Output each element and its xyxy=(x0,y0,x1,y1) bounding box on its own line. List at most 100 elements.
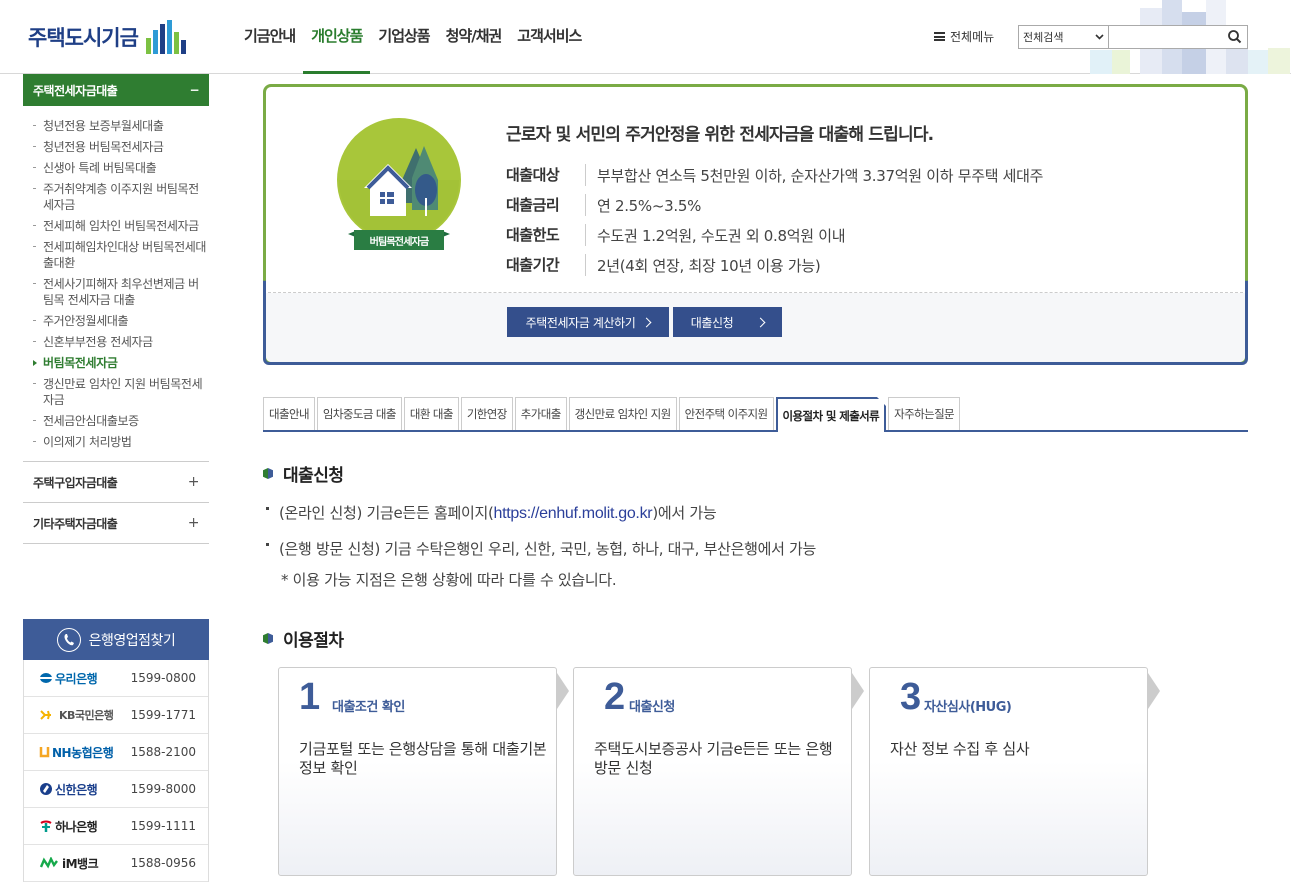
bank-row-hana[interactable]: 하나은행 1599-1111 xyxy=(24,808,208,845)
gnb-customer-service[interactable]: 고객서비스 xyxy=(509,0,589,74)
gnb-personal-products[interactable]: 개인상품 xyxy=(303,0,371,74)
gnb-fund-info[interactable]: 기금안내 xyxy=(236,0,303,74)
tab-additional-loan[interactable]: 추가대출 xyxy=(514,397,567,430)
sidebar-item[interactable]: 갱신만료 임차인 지원 버팀목전세자금 xyxy=(23,374,209,411)
gnb-subscription-bonds[interactable]: 청약/채권 xyxy=(438,0,510,74)
hana-logo-icon xyxy=(40,820,52,832)
sidebar-item[interactable]: 전세피해 임차인 버팀목전세자금 xyxy=(23,216,209,237)
product-title: 근로자 및 서민의 주거안정을 위한 전세자금을 대출해 드립니다. xyxy=(506,125,934,145)
bank-name: 우리은행 xyxy=(39,670,98,687)
info-row: 대출대상 부부합산 연소득 5천만원 이하, 순자산가액 3.37억원 이하 무… xyxy=(506,160,1043,190)
bank-branch-finder: 은행영업점찾기 우리은행 1599-0800 KB국민은행 1599-1771 xyxy=(23,619,209,882)
nh-logo-icon xyxy=(39,747,50,758)
bank-row-im[interactable]: iM뱅크 1588-0956 xyxy=(24,845,208,882)
bank-row-kb[interactable]: KB국민은행 1599-1771 xyxy=(24,697,208,734)
sidebar-section-label: 주택구입자금대출 xyxy=(33,475,118,490)
sidebar-item[interactable]: 신혼부부전용 전세자금 xyxy=(23,332,209,353)
tab-renewal-support[interactable]: 갱신만료 임차인 지원 xyxy=(568,397,677,430)
bank-name: iM뱅크 xyxy=(39,855,99,872)
tab-extension[interactable]: 기한연장 xyxy=(460,397,513,430)
site-logo[interactable]: 주택도시기금 xyxy=(28,20,188,54)
calculator-button-label: 주택전세자금 계산하기 xyxy=(525,315,636,330)
apply-online-line: (온라인 신청) 기금e든든 홈페이지(https://enhuf.molit.… xyxy=(266,502,717,523)
bank-tel: 1599-0800 xyxy=(130,671,196,685)
info-value: 부부합산 연소득 5천만원 이하, 순자산가액 3.37억원 이하 무주택 세대… xyxy=(597,166,1044,185)
sidebar-section-label: 기타주택자금대출 xyxy=(33,516,118,531)
search-scope-select[interactable]: 전체검색 xyxy=(1018,25,1109,49)
apply-loan-button[interactable]: 대출신청 xyxy=(673,307,782,337)
bank-tel: 1599-1111 xyxy=(130,819,196,833)
step-description: 자산 정보 수집 후 심사 xyxy=(890,740,1030,758)
sidebar-item[interactable]: 전세사기피해자 최우선변제금 버팀목 전세자금 대출 xyxy=(23,274,209,311)
sidebar-section-purchase-loan[interactable]: 주택구입자금대출 + xyxy=(23,462,209,503)
bank-name: KB국민은행 xyxy=(39,707,114,723)
global-nav: 기금안내 개인상품 기업상품 청약/채권 고객서비스 xyxy=(236,0,589,74)
kb-star-logo-icon xyxy=(40,710,51,720)
sidebar-item[interactable]: 전세금안심대출보증 xyxy=(23,411,209,432)
expand-icon: + xyxy=(187,474,200,490)
bank-row-shinhan[interactable]: 신한은행 1599-8000 xyxy=(24,771,208,808)
section-title-apply: 대출신청 xyxy=(263,461,344,486)
sidebar-item[interactable]: 청년전용 버팀목전세자금 xyxy=(23,137,209,158)
sidebar-section-other-loan[interactable]: 기타주택자금대출 + xyxy=(23,503,209,544)
bank-finder-header[interactable]: 은행영업점찾기 xyxy=(23,619,209,660)
bank-tel: 1599-1771 xyxy=(130,708,196,722)
info-value: 2년(4회 연장, 최장 10년 이용 가능) xyxy=(597,256,821,275)
info-value: 수도권 1.2억원, 수도권 외 0.8억원 이내 xyxy=(597,226,846,245)
bank-row-nh[interactable]: NH농협은행 1588-2100 xyxy=(24,734,208,771)
sidebar-item[interactable]: 청년전용 보증부월세대출 xyxy=(23,116,209,137)
hamburger-icon xyxy=(934,32,945,41)
bank-row-woori[interactable]: 우리은행 1599-0800 xyxy=(24,660,208,697)
calculator-button[interactable]: 주택전세자금 계산하기 xyxy=(507,307,669,337)
info-key: 대출한도 xyxy=(506,224,586,246)
search-icon[interactable] xyxy=(1226,28,1244,46)
logo-mark-icon xyxy=(145,20,188,54)
enhuf-link[interactable]: https://enhuf.molit.go.kr xyxy=(494,505,653,522)
procedure-step-3: 3 자산심사(HUG) 자산 정보 수집 후 심사 xyxy=(869,667,1148,876)
tab-safe-housing[interactable]: 안전주택 이주지원 xyxy=(678,397,774,430)
collapse-icon: − xyxy=(189,83,199,97)
woori-bank-logo-icon xyxy=(40,673,52,683)
search-scope-value: 전체검색 xyxy=(1023,31,1064,44)
info-row: 대출기간 2년(4회 연장, 최장 10년 이용 가능) xyxy=(506,250,1043,280)
gnb-corporate-products[interactable]: 기업상품 xyxy=(370,0,437,74)
sidebar-item[interactable]: 전세피해임차인대상 버팀목전세대출대환 xyxy=(23,237,209,274)
sidebar-item[interactable]: 주거안정월세대출 xyxy=(23,311,209,332)
step-number: 3 xyxy=(900,676,922,718)
sidebar-item-active[interactable]: 버팀목전세자금 xyxy=(23,353,209,374)
bank-tel: 1599-8000 xyxy=(130,782,196,796)
step-title: 자산심사(HUG) xyxy=(924,700,1012,715)
tab-faq[interactable]: 자주하는질문 xyxy=(888,397,961,430)
chevron-down-icon xyxy=(1095,34,1104,40)
tab-refinance[interactable]: 대환 대출 xyxy=(403,397,459,430)
bank-finder-title: 은행영업점찾기 xyxy=(88,632,176,649)
site-header: 주택도시기금 기금안내 개인상품 기업상품 청약/채권 고객서비스 전체메뉴 전… xyxy=(0,0,1291,74)
tab-procedure-documents[interactable]: 이용절차 및 제출서류 xyxy=(775,397,887,432)
product-badge: 버팀목전세자금 xyxy=(334,118,464,258)
section-bullet-icon xyxy=(263,468,273,479)
sidebar-item[interactable]: 주거취약계층 이주지원 버팀목전세자금 xyxy=(23,179,209,216)
step-title: 대출조건 확인 xyxy=(332,700,405,715)
all-menu-button[interactable]: 전체메뉴 xyxy=(934,28,994,45)
step-arrow-icon xyxy=(557,673,569,709)
expand-icon: + xyxy=(187,515,200,531)
chevron-right-icon xyxy=(755,317,766,327)
sidebar-section-jeonse-loan[interactable]: 주택전세자금대출 − xyxy=(23,74,209,106)
shinhan-logo-icon xyxy=(40,783,52,795)
product-info-list: 대출대상 부부합산 연소득 5천만원 이하, 순자산가액 3.37억원 이하 무… xyxy=(506,160,1043,280)
tab-interim-payment[interactable]: 임차중도금 대출 xyxy=(316,397,402,430)
sidebar-item[interactable]: 이의제기 처리방법 xyxy=(23,432,209,453)
bank-tel: 1588-0956 xyxy=(130,856,196,870)
apply-bank-line: (은행 방문 신청) 기금 수탁은행인 우리, 신한, 국민, 농협, 하나, … xyxy=(266,538,816,559)
step-title: 대출신청 xyxy=(629,700,675,715)
step-number: 1 xyxy=(299,676,321,718)
step-arrow-icon xyxy=(852,673,864,709)
tab-loan-info[interactable]: 대출안내 xyxy=(263,397,315,430)
chevron-right-icon xyxy=(641,317,652,327)
info-value: 연 2.5%~3.5% xyxy=(597,196,702,215)
sidebar-item[interactable]: 신생아 특례 버팀목대출 xyxy=(23,158,209,179)
info-row: 대출금리 연 2.5%~3.5% xyxy=(506,190,1043,220)
info-key: 대출대상 xyxy=(506,164,586,186)
sidebar-sub-list: 청년전용 보증부월세대출 청년전용 버팀목전세자금 신생아 특례 버팀목대출 주… xyxy=(23,106,209,462)
bank-tel: 1588-2100 xyxy=(130,745,196,759)
